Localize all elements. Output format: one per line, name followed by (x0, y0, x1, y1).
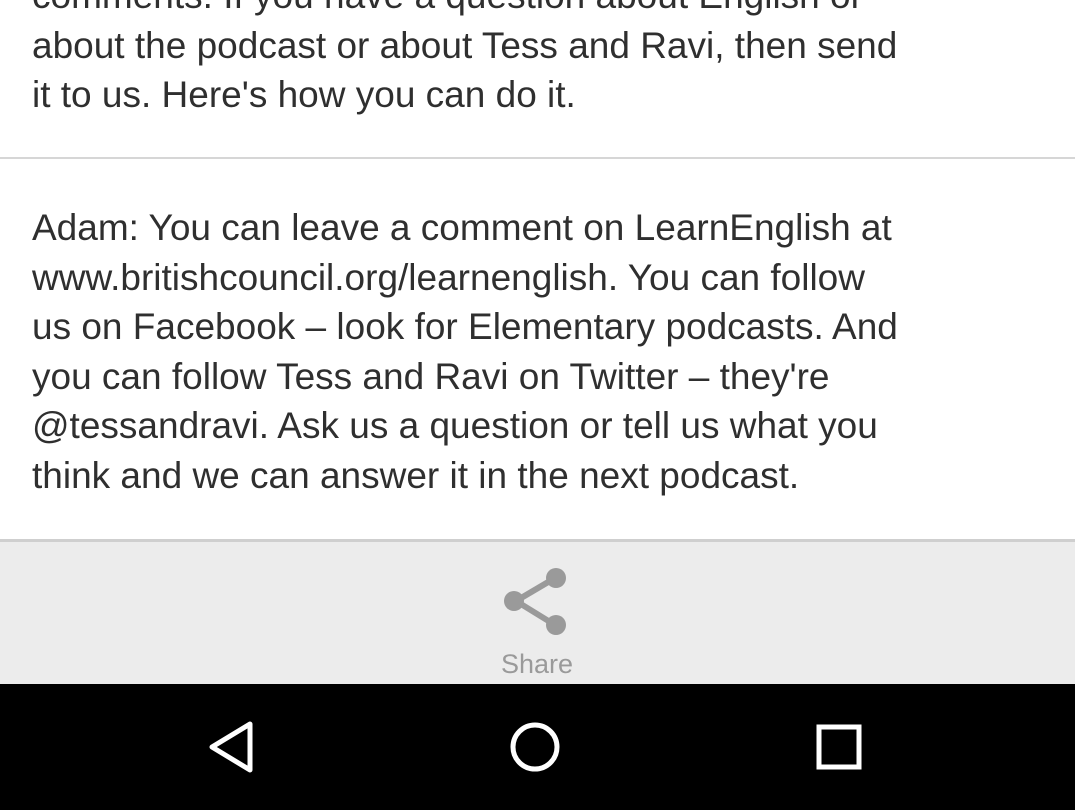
share-button[interactable]: Share (467, 562, 607, 682)
transcript-content[interactable]: comments. If you have a question about E… (0, 0, 1075, 542)
share-label: Share (500, 649, 574, 679)
transcript-paragraph: comments. If you have a question about E… (32, 0, 898, 116)
share-bar: Share (0, 542, 1075, 684)
share-icon (500, 568, 574, 642)
home-circle-icon (500, 712, 570, 782)
paragraph-divider (0, 157, 1075, 159)
app-screen: comments. If you have a question about E… (0, 0, 1075, 810)
recents-square-icon (804, 712, 874, 782)
android-navigation-bar (0, 684, 1075, 810)
transcript-paragraph: Adam: You can leave a comment on LearnEn… (32, 207, 898, 496)
recents-button[interactable] (804, 712, 874, 782)
back-button[interactable] (198, 712, 268, 782)
home-button[interactable] (500, 712, 570, 782)
back-triangle-icon (198, 712, 268, 782)
